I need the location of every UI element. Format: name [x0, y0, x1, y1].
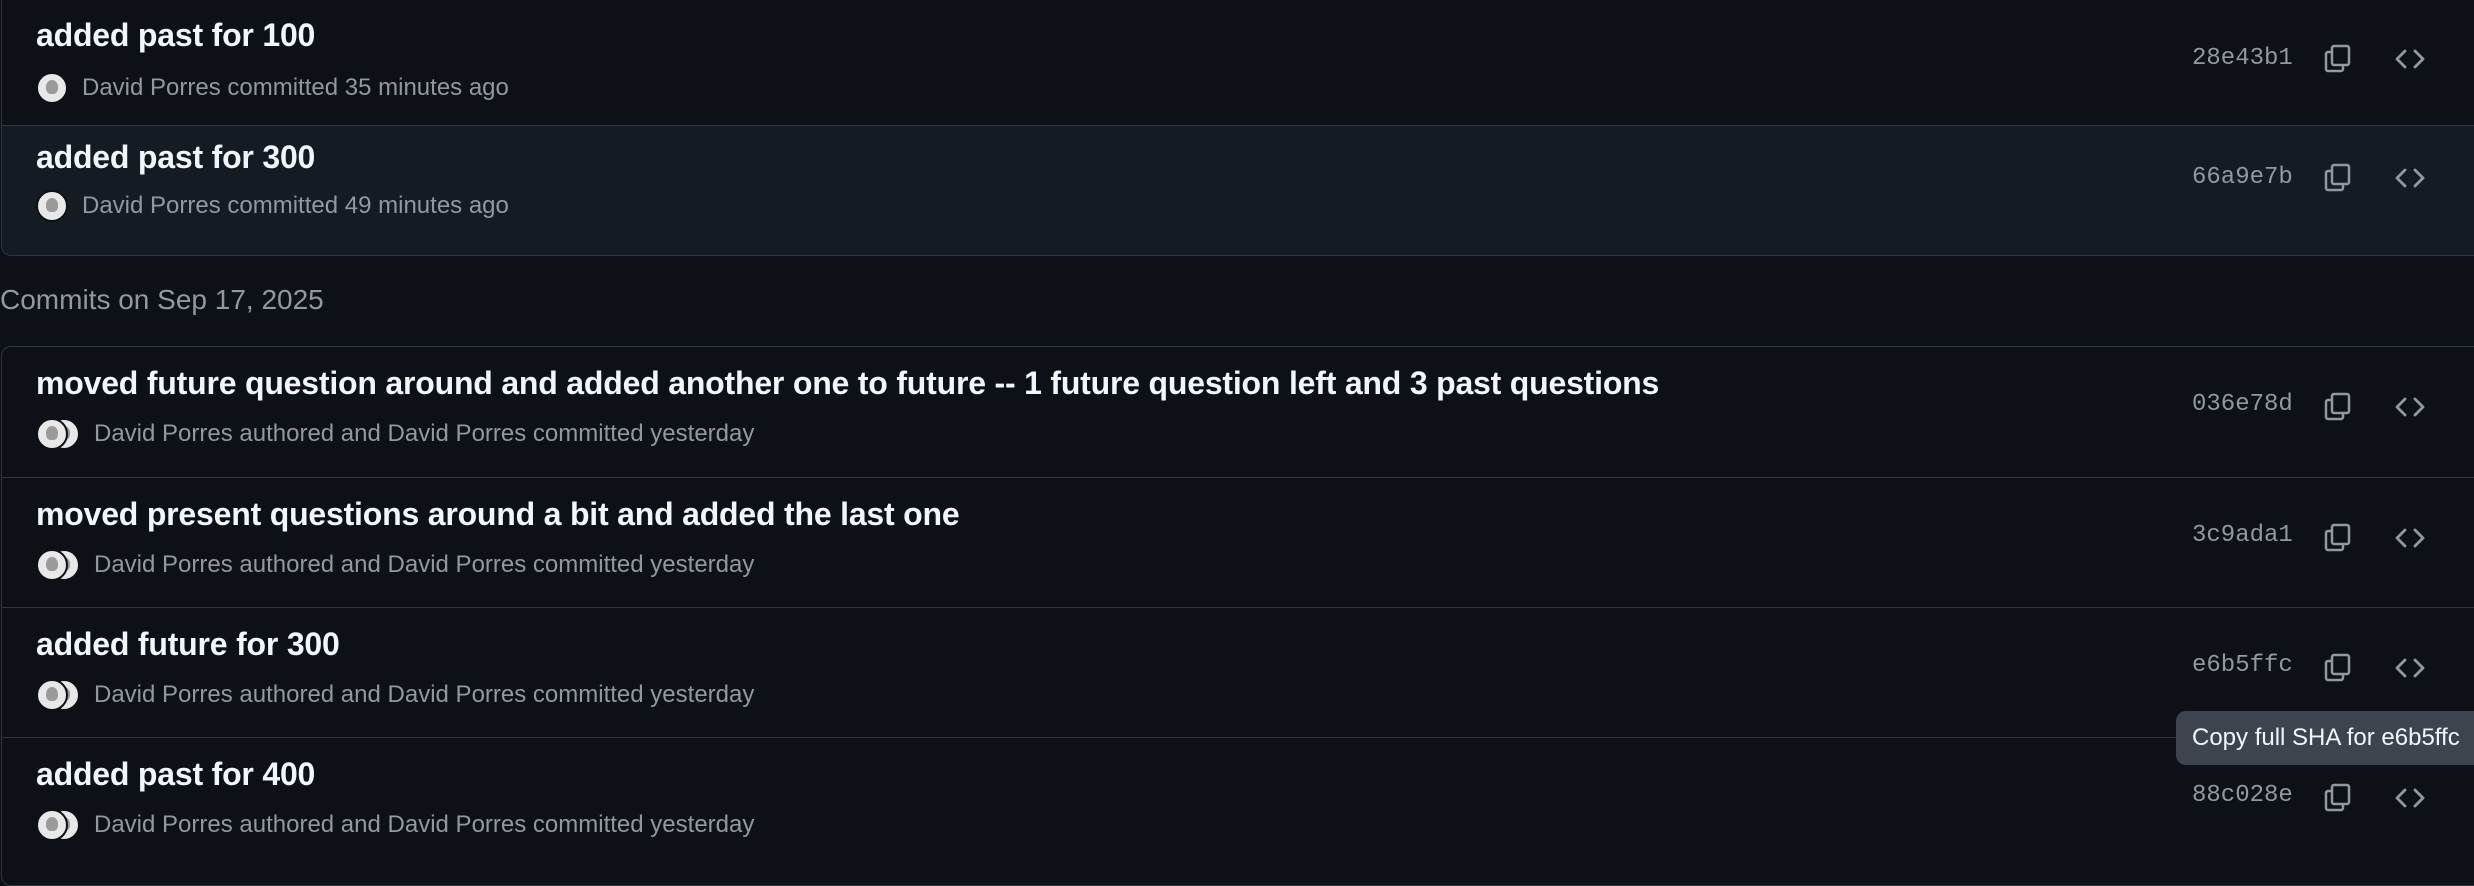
commit-sha[interactable]: 3c9ada1 [2192, 522, 2293, 549]
avatar-icon [36, 549, 68, 581]
commit-meta: David Porres committed 35 minutes ago [36, 71, 509, 105]
commit-time: yesterday [650, 420, 755, 447]
commit-row[interactable]: moved future question around and added a… [2, 347, 2474, 477]
copy-icon [2324, 163, 2351, 192]
copy-sha-button[interactable] [2316, 156, 2360, 200]
commit-title[interactable]: added past for 100 [36, 17, 315, 54]
copy-sha-button[interactable] [2316, 646, 2360, 690]
author-name[interactable]: David Porres [82, 192, 221, 220]
commit-title[interactable]: added future for 300 [36, 626, 340, 663]
avatar[interactable] [36, 809, 80, 841]
commit-group-sep-17: moved future question around and added a… [1, 346, 2474, 886]
author-name[interactable]: David Porres [94, 420, 233, 448]
avatar-icon [36, 679, 68, 711]
commit-time: yesterday [650, 551, 755, 578]
copy-sha-button[interactable] [2316, 385, 2360, 429]
code-icon [2395, 397, 2425, 417]
commit-title[interactable]: moved present questions around a bit and… [36, 496, 960, 533]
avatar[interactable] [36, 549, 80, 581]
copy-icon [2324, 783, 2351, 812]
code-icon [2395, 658, 2425, 678]
commit-sha[interactable]: 88c028e [2192, 782, 2293, 809]
committer-name[interactable]: David Porres [388, 420, 527, 448]
commit-action: committed [227, 192, 339, 219]
browse-repo-button[interactable] [2388, 385, 2432, 429]
commit-row[interactable]: added past for 400 David Porres authored… [2, 737, 2474, 867]
avatar[interactable] [36, 679, 80, 711]
commit-row[interactable]: added past for 100 David Porres committe… [2, 0, 2474, 119]
commit-row[interactable]: added past for 300 David Porres committe… [2, 125, 2474, 255]
avatar-icon [36, 72, 68, 104]
author-name[interactable]: David Porres [94, 681, 233, 709]
author-name[interactable]: David Porres [94, 551, 233, 579]
commit-action: committed [227, 74, 339, 101]
copy-sha-button[interactable] [2316, 516, 2360, 560]
commit-action: authored and [239, 551, 381, 578]
commit-sha[interactable]: 66a9e7b [2192, 164, 2293, 191]
browse-repo-button[interactable] [2388, 646, 2432, 690]
copy-icon [2324, 653, 2351, 682]
commit-meta: David Porres authored and David Porres c… [36, 548, 754, 582]
browse-repo-button[interactable] [2388, 516, 2432, 560]
commit-date-header: Commits on Sep 17, 2025 [0, 284, 324, 315]
copy-sha-tooltip: Copy full SHA for e6b5ffc [2176, 711, 2474, 765]
browse-repo-button[interactable] [2388, 156, 2432, 200]
commit-action: committed [532, 811, 644, 838]
author-name[interactable]: David Porres [82, 74, 221, 102]
code-icon [2395, 168, 2425, 188]
commit-sha[interactable]: 28e43b1 [2192, 45, 2293, 72]
commit-time: 35 minutes ago [344, 74, 509, 101]
commit-title[interactable]: added past for 400 [36, 756, 315, 793]
commit-sha[interactable]: e6b5ffc [2192, 652, 2293, 679]
commit-group-previous: added past for 100 David Porres committe… [1, 0, 2474, 256]
commit-sha[interactable]: 036e78d [2192, 391, 2293, 418]
avatar-icon [36, 418, 68, 450]
commit-time: yesterday [650, 681, 755, 708]
committer-name[interactable]: David Porres [388, 551, 527, 579]
copy-icon [2324, 44, 2351, 73]
commit-meta: David Porres committed 49 minutes ago [36, 189, 509, 223]
code-icon [2395, 49, 2425, 69]
author-name[interactable]: David Porres [94, 811, 233, 839]
copy-icon [2324, 523, 2351, 552]
code-icon [2395, 528, 2425, 548]
commit-time: yesterday [650, 811, 755, 838]
commit-meta: David Porres authored and David Porres c… [36, 678, 754, 712]
commit-action: committed [532, 420, 644, 447]
browse-repo-button[interactable] [2388, 776, 2432, 820]
committer-name[interactable]: David Porres [388, 811, 527, 839]
commit-action: committed [532, 681, 644, 708]
commit-action: authored and [239, 420, 381, 447]
commit-meta: David Porres authored and David Porres c… [36, 808, 754, 842]
commit-action: committed [532, 551, 644, 578]
commit-title[interactable]: moved future question around and added a… [36, 365, 1659, 402]
avatar[interactable] [36, 190, 68, 222]
avatar-icon [36, 809, 68, 841]
commit-row[interactable]: moved present questions around a bit and… [2, 477, 2474, 607]
committer-name[interactable]: David Porres [388, 681, 527, 709]
commit-action: authored and [239, 681, 381, 708]
copy-sha-button[interactable] [2316, 776, 2360, 820]
avatar-icon [36, 190, 68, 222]
commit-meta: David Porres authored and David Porres c… [36, 417, 754, 451]
code-icon [2395, 788, 2425, 808]
copy-sha-button[interactable] [2316, 37, 2360, 81]
browse-repo-button[interactable] [2388, 37, 2432, 81]
commit-time: 49 minutes ago [344, 192, 509, 219]
commit-action: authored and [239, 811, 381, 838]
commit-row[interactable]: added future for 300 David Porres author… [2, 607, 2474, 737]
avatar[interactable] [36, 72, 68, 104]
commit-title[interactable]: added past for 300 [36, 139, 315, 176]
copy-icon [2324, 392, 2351, 421]
avatar[interactable] [36, 418, 80, 450]
